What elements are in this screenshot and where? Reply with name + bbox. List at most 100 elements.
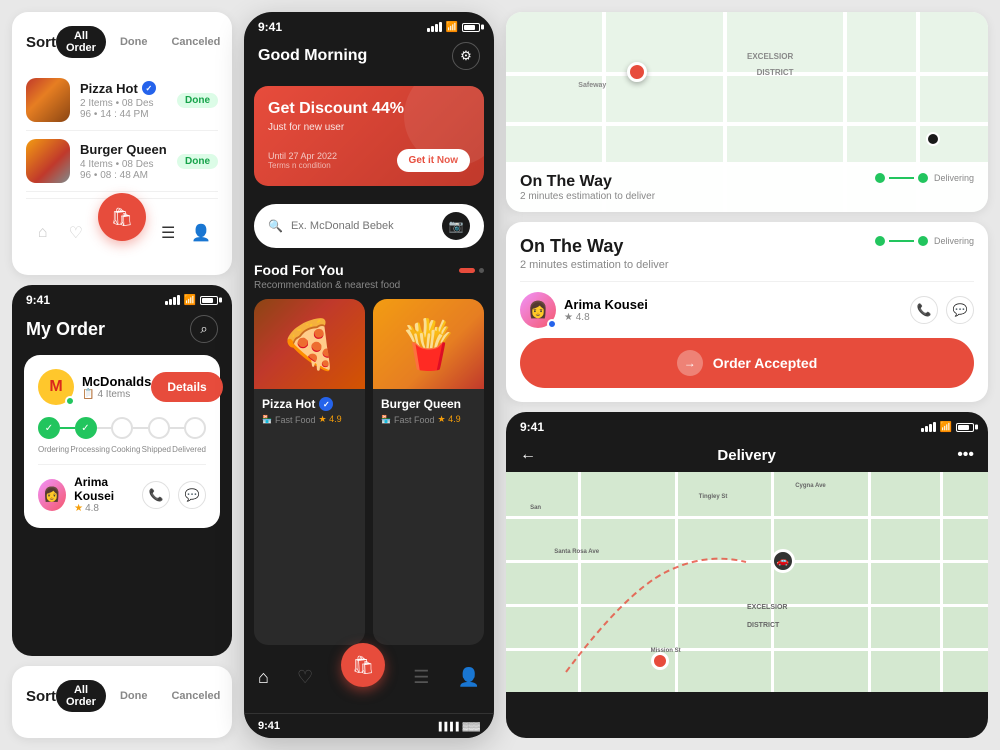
- driver-rating-otw: ★ 4.8: [564, 312, 648, 323]
- del-label-san: San: [530, 505, 541, 511]
- otw-line: [889, 240, 914, 242]
- details-button[interactable]: Details: [151, 372, 222, 402]
- map-pin-origin: [627, 62, 647, 82]
- step-line-4: [170, 427, 185, 429]
- label-ordering: Ordering: [38, 445, 69, 454]
- label-delivered: Delivered: [172, 445, 206, 454]
- chat-btn-otw[interactable]: 💬: [946, 296, 974, 324]
- verified-icon: ✓: [142, 81, 156, 95]
- ontheway-title: On The Way: [520, 236, 669, 257]
- map-label-safeway: Safeway: [578, 82, 606, 89]
- back-btn[interactable]: ←: [520, 446, 536, 464]
- burger-rating: ★ 4.9: [438, 414, 461, 425]
- banner-terms: Terms n condition: [268, 161, 337, 170]
- driver-rating-myorder: ★ 4.8: [74, 503, 142, 514]
- step-circle-4: [148, 417, 170, 439]
- more-btn[interactable]: •••: [957, 446, 974, 464]
- step-line-1: [60, 427, 75, 429]
- heart-icon[interactable]: ♡: [65, 222, 87, 244]
- search-btn-myorder[interactable]: ⌕: [190, 315, 218, 343]
- top-map-card: EXCELSIOR DISTRICT Safeway On The Way 2 …: [506, 12, 988, 212]
- status-icons-myorder: 📶: [165, 295, 218, 306]
- pizza-food-name: Pizza Hot ✓: [262, 397, 357, 411]
- pizza-image: [26, 78, 70, 122]
- status-node-filled: [875, 173, 885, 183]
- otw-node-2: [918, 236, 928, 246]
- profile-icon[interactable]: 👤: [190, 222, 212, 244]
- nav-orders[interactable]: ☰: [413, 667, 429, 688]
- d-sig4: [933, 422, 936, 432]
- order-accepted-text: Order Accepted: [713, 355, 818, 371]
- sig2: [431, 26, 434, 32]
- banner-left: Until 27 Apr 2022 Terms n condition: [268, 151, 337, 170]
- step-circle-2: ✓: [75, 417, 97, 439]
- tab-done[interactable]: Done: [110, 26, 158, 58]
- pizza-rating: ★ 4.9: [319, 414, 342, 425]
- step-circle-3: [111, 417, 133, 439]
- orders-icon[interactable]: ☰: [157, 222, 179, 244]
- otw-delivering: Delivering: [934, 236, 974, 246]
- d-sig1: [921, 428, 924, 432]
- call-btn-otw[interactable]: 📞: [910, 296, 938, 324]
- battery-icon: [200, 296, 218, 305]
- nav-home[interactable]: ⌂: [258, 667, 269, 688]
- tab-canceled[interactable]: Canceled: [161, 26, 230, 58]
- partial-bottom: 9:41 ▐▐▐▐ ▓▓▓: [244, 713, 494, 738]
- search-input[interactable]: [291, 220, 434, 232]
- mc-name: McDonalds: [82, 374, 151, 389]
- main-phone: 9:41 📶 Good Morning ⚙ Get Discount 44% J…: [244, 12, 494, 738]
- pizza-info: Pizza Hot ✓ 2 Items • 08 Des 96 • 14 : 4…: [80, 81, 167, 120]
- greeting-text: Good Morning: [258, 47, 367, 65]
- chat-btn[interactable]: 💬: [178, 481, 206, 509]
- column-1: Sort All Order Done Canceled Pizza Hot ✓…: [12, 12, 232, 738]
- progress-track: ✓ ✓: [38, 417, 206, 439]
- del-label-cygna: Cygna Ave: [795, 483, 826, 489]
- tab-all-order[interactable]: All Order: [56, 26, 106, 58]
- fab-button-1[interactable]: 🛍: [98, 193, 146, 241]
- status-icons-delivery: 📶: [921, 422, 974, 433]
- call-btn[interactable]: 📞: [142, 481, 170, 509]
- sort-title-bottom: Sort: [26, 688, 56, 705]
- pizza-meta: 2 Items • 08 Des 96 • 14 : 44 PM: [80, 98, 167, 120]
- nav-profile[interactable]: 👤: [458, 667, 480, 688]
- food-card-burger[interactable]: 🍟 Burger Queen 🏪 Fast Food ★ 4.9: [373, 299, 484, 645]
- tab-canceled-bottom[interactable]: Canceled: [161, 680, 230, 712]
- driver-row-myorder: 👩 Arima Kousei ★ 4.8 📞 💬: [38, 464, 206, 514]
- main-fab-btn[interactable]: 🛍: [341, 643, 385, 687]
- time-myorder: 9:41: [26, 293, 50, 307]
- order-accepted-button[interactable]: → Order Accepted: [520, 338, 974, 388]
- progress-container: ✓ ✓: [38, 417, 206, 454]
- order-item-burger: Burger Queen 4 Items • 08 Des 96 • 08 : …: [26, 131, 218, 192]
- map-overlay: On The Way 2 minutes estimation to deliv…: [506, 163, 988, 212]
- otw-title: On The Way: [520, 173, 655, 191]
- signal-delivery: [921, 422, 936, 432]
- search-icon: 🔍: [268, 219, 283, 233]
- nav-heart[interactable]: ♡: [297, 667, 313, 688]
- get-discount-btn[interactable]: Get it Now: [397, 149, 470, 172]
- tab-all-order-bottom[interactable]: All Order: [56, 680, 106, 712]
- settings-btn[interactable]: ⚙: [452, 42, 480, 70]
- status-bar-main: 9:41 📶: [244, 12, 494, 38]
- status-bar-delivery: 9:41 📶: [506, 412, 988, 438]
- dot-inactive: [479, 268, 484, 273]
- map-overlay-content: On The Way 2 minutes estimation to deliv…: [520, 173, 974, 202]
- camera-btn[interactable]: 📷: [442, 212, 470, 240]
- delivery-title: Delivery: [717, 447, 775, 464]
- del-label-tingley: Tingley St: [699, 494, 728, 500]
- step-delivered: [184, 417, 206, 439]
- home-icon[interactable]: ⌂: [32, 222, 54, 244]
- pizza-verified: ✓: [319, 397, 333, 411]
- sig4: [439, 22, 442, 32]
- column-2: 9:41 📶 Good Morning ⚙ Get Discount 44% J…: [244, 12, 494, 738]
- map-label-district: DISTRICT: [757, 68, 794, 77]
- arrow-circle: →: [677, 350, 703, 376]
- food-card-pizza[interactable]: 🍕 Pizza Hot ✓ 🏪 Fast Food ★ 4.9: [254, 299, 365, 645]
- bottom-nav-1: ⌂ ♡ 🛍 ☰ 👤: [26, 198, 218, 261]
- otw-node-1: [875, 236, 885, 246]
- step-line-2: [97, 427, 112, 429]
- burger-food-name: Burger Queen: [381, 397, 476, 411]
- tab-done-bottom[interactable]: Done: [110, 680, 158, 712]
- discount-sub: Just for new user: [268, 122, 470, 133]
- time-delivery: 9:41: [520, 420, 544, 434]
- driver-row-otw: 👩 Arima Kousei ★ 4.8 📞 💬: [520, 281, 974, 338]
